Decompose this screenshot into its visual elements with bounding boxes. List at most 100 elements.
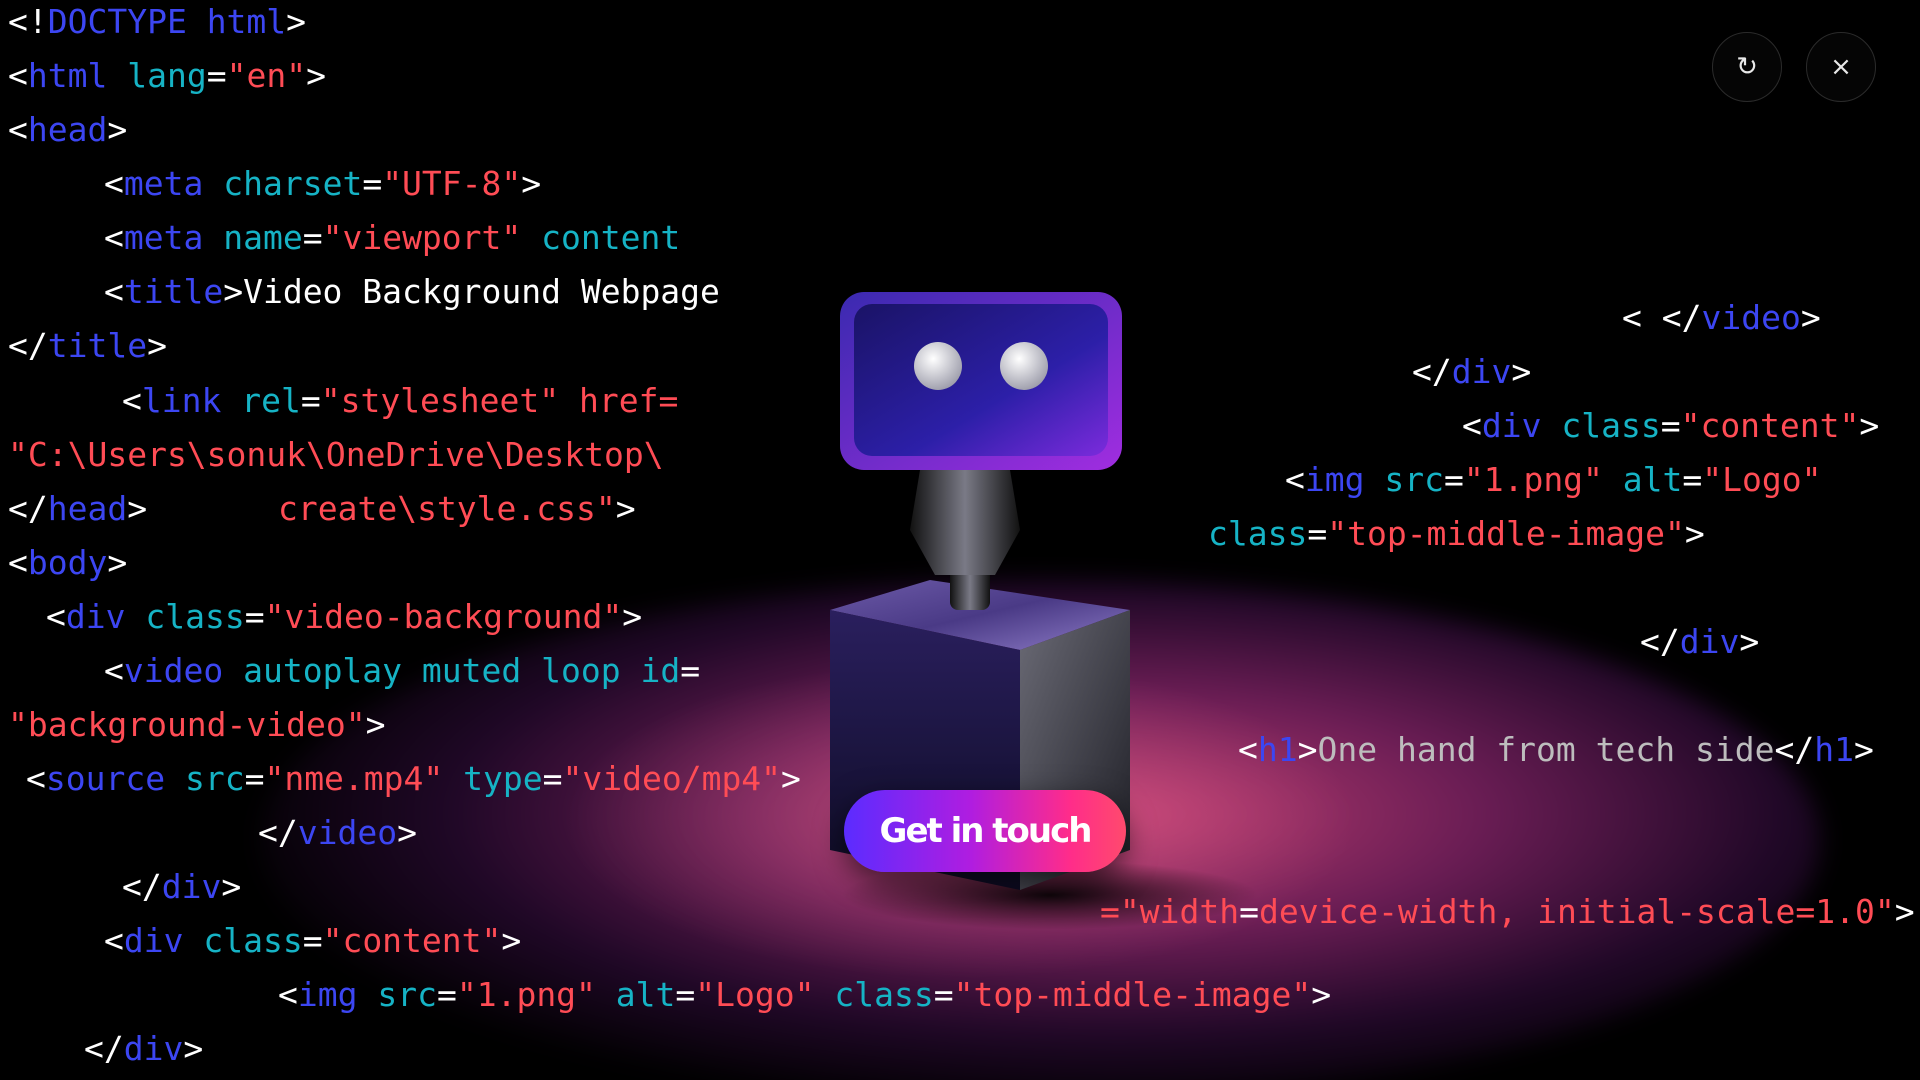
close-button[interactable]: ×: [1806, 32, 1876, 102]
code-line: create\style.css">: [278, 489, 636, 529]
get-in-touch-button[interactable]: Get in touch: [844, 790, 1126, 872]
code-token: "video-background": [264, 597, 623, 636]
code-token: =: [1660, 406, 1681, 445]
code-token: </: [8, 326, 48, 365]
code-token: <: [8, 543, 28, 582]
code-token: >: [183, 1029, 204, 1068]
code-token: "1.png": [1463, 460, 1603, 499]
code-token: "top-middle-image": [1327, 514, 1685, 553]
code-token: <: [46, 597, 66, 636]
code-token: class: [203, 921, 303, 960]
code-token: >: [147, 326, 167, 365]
code-token: >: [221, 867, 242, 906]
code-token: <: [104, 272, 124, 311]
code-token: >: [1800, 298, 1821, 337]
code-line: "C:\Users\sonuk\OneDrive\Desktop\: [8, 435, 664, 475]
code-line: </div>: [84, 1029, 203, 1069]
code-token: =: [1443, 460, 1464, 499]
code-token: <: [278, 975, 298, 1014]
code-token: alt: [1622, 460, 1683, 499]
code-token: >: [1684, 514, 1705, 553]
code-token: <: [104, 921, 124, 960]
code-line: <img src="1.png" alt="Logo": [1285, 460, 1822, 500]
code-line: <link rel="stylesheet" href=: [122, 381, 678, 421]
code-line: <body>: [8, 543, 127, 583]
code-token: </: [84, 1029, 124, 1068]
code-token: </: [1640, 622, 1680, 661]
code-token: href=: [579, 381, 679, 420]
code-token: html: [27, 56, 108, 95]
code-line: < </video>: [1622, 298, 1821, 338]
code-token: div: [65, 597, 126, 636]
code-token: div: [1481, 406, 1542, 445]
code-token: content: [541, 218, 681, 257]
reload-icon: ↻: [1736, 52, 1758, 82]
code-token: meta: [123, 218, 204, 257]
code-token: src: [184, 759, 245, 798]
code-token: <!: [8, 2, 48, 41]
code-token: video: [1701, 298, 1801, 337]
code-token: source: [45, 759, 166, 798]
code-line: <html lang="en">: [8, 56, 326, 96]
code-token: "C:\Users\sonuk\OneDrive\Desktop\: [8, 435, 664, 474]
code-line: </div>: [1412, 352, 1531, 392]
code-token: "background-video": [8, 705, 366, 744]
code-token: =: [300, 381, 321, 420]
code-token: =: [1682, 460, 1703, 499]
code-token: <: [122, 381, 142, 420]
code-token: div: [1679, 622, 1740, 661]
code-token: img: [297, 975, 358, 1014]
code-line: <!DOCTYPE html>: [8, 2, 306, 42]
code-token: =: [206, 56, 227, 95]
code-token: <: [104, 164, 124, 203]
code-token: >: [286, 2, 307, 41]
code-token: <: [8, 56, 28, 95]
code-token: >: [306, 56, 326, 95]
code-token: title: [123, 272, 224, 311]
code-token: </: [8, 489, 48, 528]
code-token: "content": [1680, 406, 1860, 445]
code-line: class="top-middle-image">: [1208, 514, 1705, 554]
code-token: div: [123, 1029, 184, 1068]
code-line: <title>Video Background Webpage: [104, 272, 720, 312]
code-token: <: [1462, 406, 1482, 445]
code-token: create\style.css": [278, 489, 616, 528]
code-token: charset: [223, 164, 363, 203]
code-token: </: [1412, 352, 1452, 391]
code-token: >: [521, 164, 542, 203]
code-token: </: [122, 867, 162, 906]
code-token: >: [1894, 892, 1915, 931]
code-token: div: [1451, 352, 1512, 391]
reload-button[interactable]: ↻: [1712, 32, 1782, 102]
code-line: <meta name="viewport" content: [104, 218, 680, 258]
code-token: video: [123, 651, 224, 690]
code-token: <: [1285, 460, 1305, 499]
code-token: img: [1304, 460, 1365, 499]
code-token: "en": [226, 56, 307, 95]
code-line: <meta charset="UTF-8">: [104, 164, 541, 204]
code-token: class: [145, 597, 245, 636]
code-token: >: [127, 489, 148, 528]
code-token: "stylesheet": [320, 381, 560, 420]
code-token: =: [362, 164, 383, 203]
code-token: >: [1739, 622, 1760, 661]
code-token: DOCTYPE html: [47, 2, 287, 41]
code-line: <div class="video-background">: [46, 597, 642, 637]
code-line: <div class="content">: [1462, 406, 1879, 446]
code-token: lang: [127, 56, 207, 95]
code-token: <: [26, 759, 46, 798]
code-token: name: [223, 218, 303, 257]
